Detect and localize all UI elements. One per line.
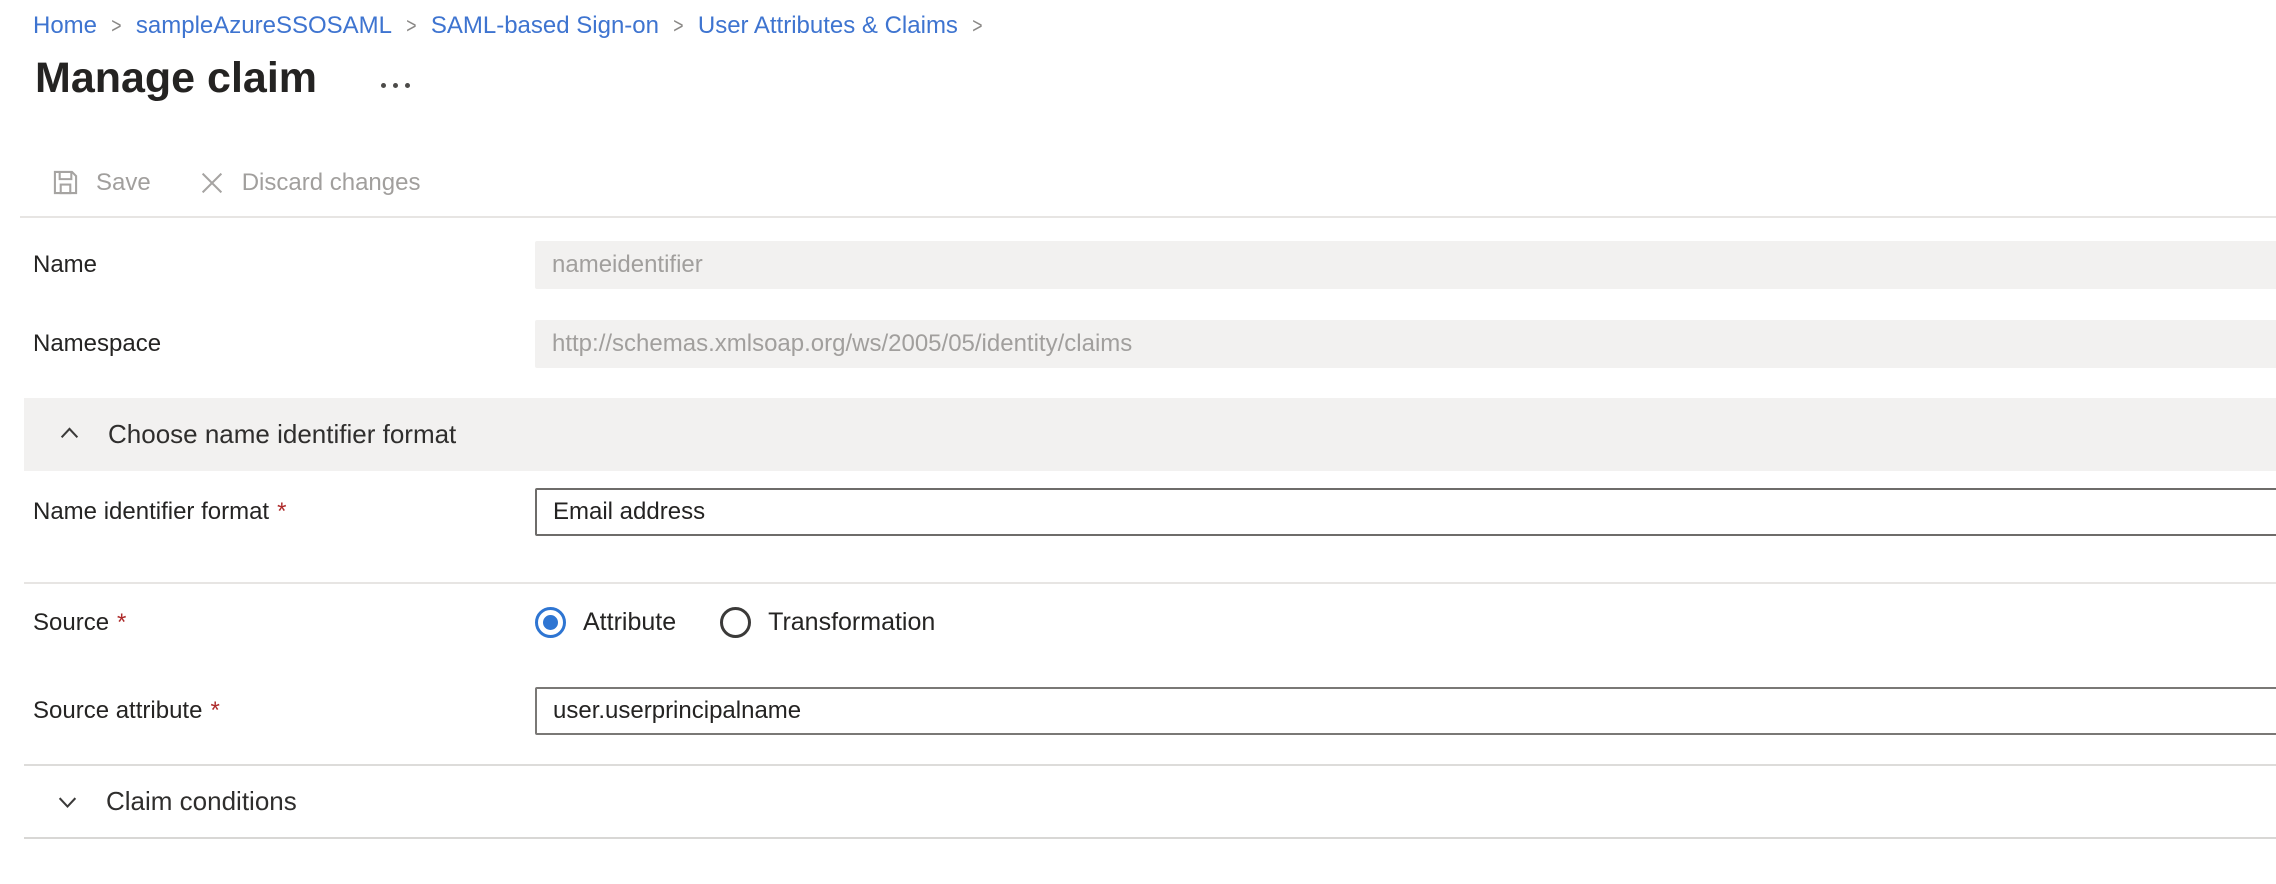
name-input: [535, 241, 2276, 289]
chevron-down-icon: [54, 788, 81, 815]
breadcrumb-user-attributes-claims[interactable]: User Attributes & Claims: [698, 12, 958, 40]
ellipsis-icon: [405, 83, 410, 88]
section-title: Choose name identifier format: [108, 419, 456, 450]
source-row: Source * Attribute Transformation: [0, 607, 2276, 638]
breadcrumb-home[interactable]: Home: [33, 12, 97, 40]
close-icon: [197, 168, 227, 198]
radio-attribute-label: Attribute: [583, 608, 676, 637]
ellipsis-icon: [381, 83, 386, 88]
section-title: Claim conditions: [106, 786, 297, 817]
namespace-input: [535, 320, 2276, 368]
name-identifier-format-label: Name identifier format *: [0, 498, 535, 526]
save-icon: [50, 167, 81, 198]
title-row: Manage claim: [35, 54, 2276, 103]
ellipsis-icon: [393, 83, 398, 88]
source-radio-group: Attribute Transformation: [535, 607, 2276, 638]
section-choose-name-identifier-format[interactable]: Choose name identifier format: [24, 398, 2276, 471]
source-label: Source *: [0, 609, 535, 637]
label-text: Source attribute: [33, 697, 202, 724]
toolbar-divider: [20, 216, 2276, 218]
required-asterisk: *: [210, 697, 219, 724]
source-attribute-input[interactable]: [535, 687, 2276, 735]
name-identifier-format-row: Name identifier format * Email address: [0, 488, 2276, 536]
namespace-field-row: Namespace: [0, 320, 2276, 368]
source-attribute-label: Source attribute *: [0, 697, 535, 725]
breadcrumb-separator: >: [673, 13, 683, 39]
breadcrumb-separator: >: [111, 13, 121, 39]
section-claim-conditions[interactable]: Claim conditions: [24, 764, 2276, 839]
breadcrumb-separator: >: [972, 13, 982, 39]
radio-transformation-label: Transformation: [768, 608, 935, 637]
breadcrumb-app[interactable]: sampleAzureSSOSAML: [136, 12, 392, 40]
breadcrumb: Home > sampleAzureSSOSAML > SAML-based S…: [0, 0, 2276, 40]
save-button-label: Save: [96, 169, 151, 197]
manage-claim-page: Home > sampleAzureSSOSAML > SAML-based S…: [0, 0, 2276, 884]
more-menu-button[interactable]: [375, 77, 416, 94]
label-text: Source: [33, 609, 109, 636]
breadcrumb-saml-signon[interactable]: SAML-based Sign-on: [431, 12, 659, 40]
radio-option-transformation[interactable]: Transformation: [720, 607, 935, 638]
discard-changes-button[interactable]: Discard changes: [197, 168, 421, 198]
namespace-field-label: Namespace: [0, 330, 535, 358]
required-asterisk: *: [117, 609, 126, 636]
section-divider: [24, 582, 2276, 584]
command-bar: Save Discard changes: [50, 167, 2276, 198]
radio-selected-icon: [535, 607, 566, 638]
breadcrumb-separator: >: [406, 13, 416, 39]
name-identifier-format-dropdown[interactable]: Email address: [535, 488, 2276, 536]
source-attribute-row: Source attribute *: [0, 687, 2276, 735]
save-button[interactable]: Save: [50, 167, 151, 198]
name-field-label: Name: [0, 251, 535, 279]
label-text: Name identifier format: [33, 498, 269, 525]
radio-unselected-icon: [720, 607, 751, 638]
name-field-row: Name: [0, 241, 2276, 289]
required-asterisk: *: [277, 498, 286, 525]
radio-option-attribute[interactable]: Attribute: [535, 607, 676, 638]
chevron-up-icon: [56, 421, 83, 448]
page-title: Manage claim: [35, 54, 317, 103]
discard-changes-label: Discard changes: [242, 169, 421, 197]
